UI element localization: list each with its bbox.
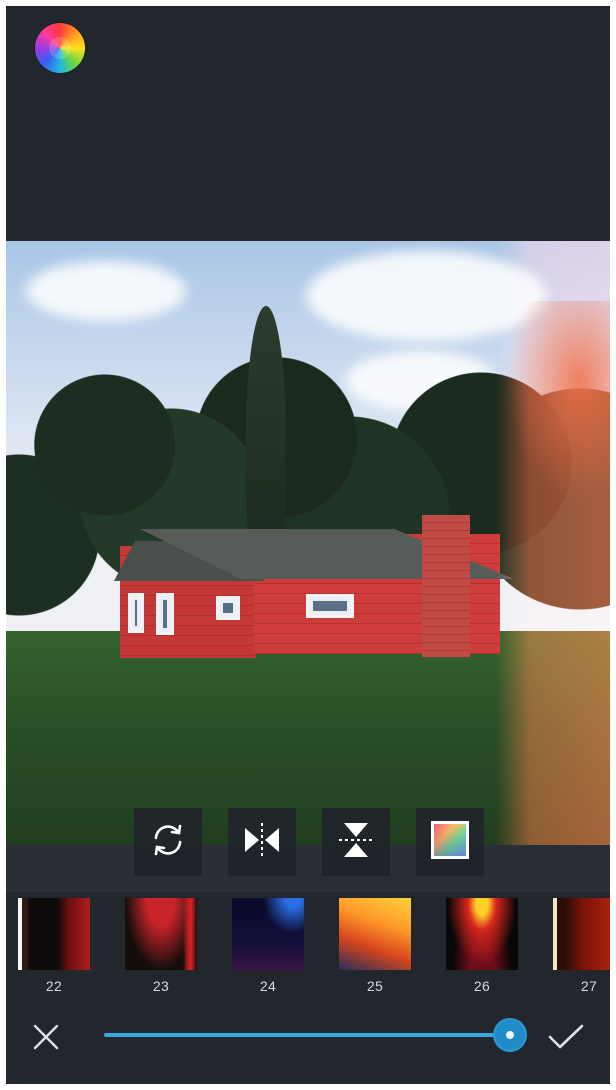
filter-thumbnail — [125, 898, 197, 970]
bottom-bar — [6, 1000, 610, 1084]
color-wheel-icon — [35, 23, 85, 73]
flip-vertical-icon — [336, 819, 376, 866]
house-window — [156, 593, 174, 635]
rotate-icon — [148, 820, 188, 865]
house-window — [306, 594, 354, 618]
filter-thumbnail — [232, 898, 304, 970]
gradient-swatch-icon — [431, 820, 469, 864]
slider-thumb[interactable] — [493, 1018, 527, 1052]
tall-tree — [246, 306, 286, 566]
filter-label: 27 — [580, 978, 598, 994]
flip-horizontal-button[interactable] — [228, 808, 296, 876]
rotate-button[interactable] — [134, 808, 202, 876]
photo-canvas[interactable] — [6, 241, 610, 845]
slider-track[interactable] — [104, 1033, 512, 1037]
filter-label: 24 — [259, 978, 277, 994]
apply-button[interactable] — [542, 1017, 590, 1061]
close-icon — [32, 1023, 60, 1056]
flip-vertical-button[interactable] — [322, 808, 390, 876]
filter-thumbnail — [446, 898, 518, 970]
checkmark-icon — [548, 1024, 584, 1055]
top-bar — [6, 6, 610, 241]
filter-label: 25 — [366, 978, 384, 994]
flip-horizontal-icon — [241, 820, 283, 865]
filter-item[interactable]: 22 — [18, 898, 90, 994]
color-overlay-button[interactable] — [416, 808, 484, 876]
filter-label: 23 — [152, 978, 170, 994]
cancel-button[interactable] — [24, 1017, 68, 1061]
filter-item[interactable]: 27 — [553, 898, 610, 994]
filter-label: 22 — [45, 978, 63, 994]
app-window: 22 23 24 25 26 27 — [6, 6, 610, 1084]
filter-thumbnail — [339, 898, 411, 970]
chimney — [422, 515, 470, 657]
filter-strip[interactable]: 22 23 24 25 26 27 — [6, 892, 610, 1000]
filter-label: 26 — [473, 978, 491, 994]
filter-item[interactable]: 25 — [339, 898, 411, 994]
filter-thumbnail — [553, 898, 610, 970]
filter-item[interactable]: 23 — [125, 898, 197, 994]
house-window — [128, 593, 144, 633]
house-window — [216, 596, 240, 620]
filter-item[interactable]: 26 — [446, 898, 518, 994]
filter-item[interactable]: 24 — [232, 898, 304, 994]
filter-thumbnail — [18, 898, 90, 970]
tool-row — [6, 808, 610, 878]
